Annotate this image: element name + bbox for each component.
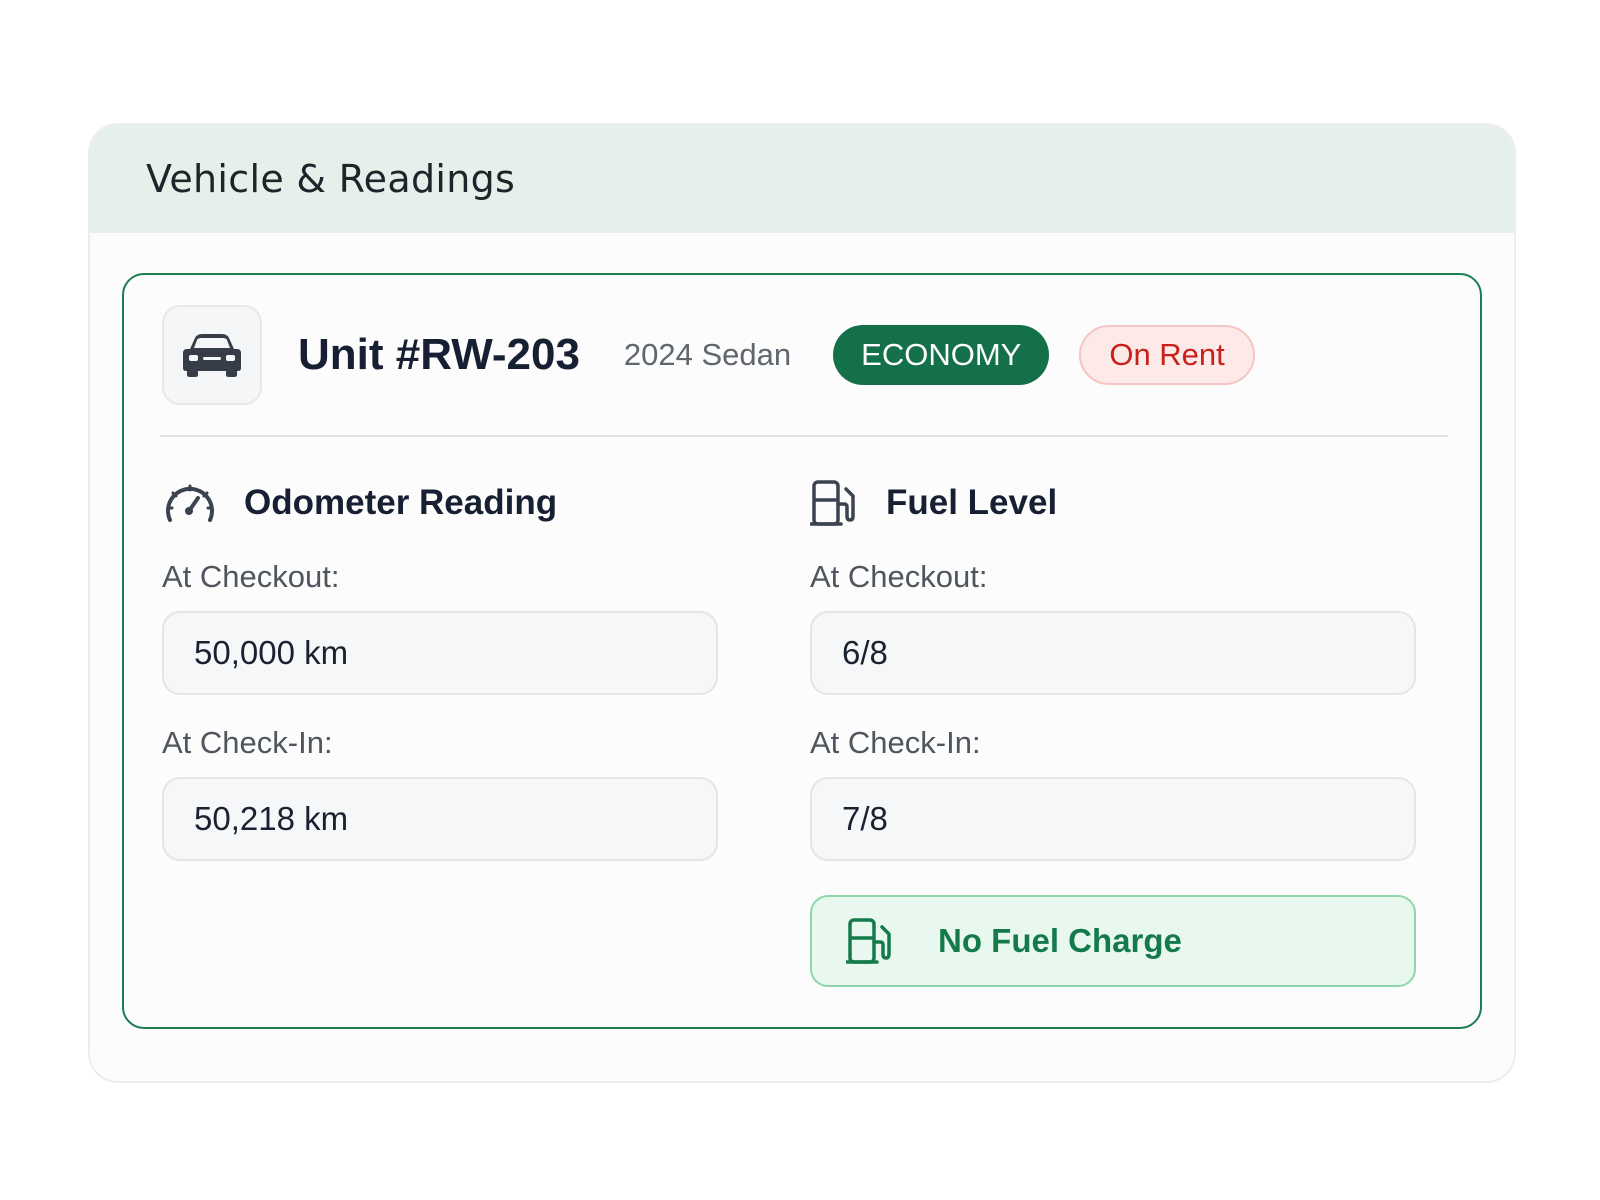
panel-header: Vehicle & Readings <box>90 125 1514 233</box>
rental-status-badge: On Rent <box>1079 325 1255 385</box>
vehicle-model: 2024 Sedan <box>623 337 792 372</box>
fuel-checkin-value: 7/8 <box>842 800 888 837</box>
vehicle-class-badge: ECONOMY <box>833 325 1050 385</box>
page: Vehicle & Readings Unit #RW-203 2024 Sed… <box>0 0 1600 1200</box>
odometer-checkin-value: 50,218 km <box>194 800 349 837</box>
unit-number: Unit #RW-203 <box>298 330 580 379</box>
odometer-checkout-label: At Checkout: <box>162 559 340 594</box>
odometer-checkout-field[interactable]: 50,000 km <box>162 611 718 695</box>
odometer-checkin-label: At Check-In: <box>162 725 333 760</box>
car-icon <box>183 334 241 377</box>
divider <box>160 435 1448 437</box>
vehicle-card: Unit #RW-203 2024 Sedan ECONOMY On Rent <box>122 273 1482 1029</box>
fuel-title: Fuel Level <box>886 483 1058 522</box>
fuel-checkin-field[interactable]: 7/8 <box>810 777 1416 861</box>
odometer-header: Odometer Reading <box>162 471 718 535</box>
car-icon-tile <box>162 305 262 405</box>
fuel-checkout-value: 6/8 <box>842 634 888 671</box>
fuel-header: Fuel Level <box>810 471 1416 535</box>
fuel-charge-banner: No Fuel Charge <box>810 895 1416 987</box>
odometer-section: Odometer Reading At Checkout: 50,000 km … <box>162 471 718 861</box>
odometer-title: Odometer Reading <box>244 483 558 522</box>
vehicle-readings-panel: Vehicle & Readings Unit #RW-203 2024 Sed… <box>88 123 1516 1083</box>
fuel-pump-icon <box>810 480 855 526</box>
fuel-checkout-field[interactable]: 6/8 <box>810 611 1416 695</box>
fuel-charge-text: No Fuel Charge <box>938 922 1182 959</box>
speedometer-icon <box>166 484 214 522</box>
odometer-checkin-field[interactable]: 50,218 km <box>162 777 718 861</box>
panel-title: Vehicle & Readings <box>146 157 516 201</box>
odometer-checkout-value: 50,000 km <box>194 634 349 671</box>
vehicle-summary-row: Unit #RW-203 2024 Sedan ECONOMY On Rent <box>162 305 1446 405</box>
fuel-section: Fuel Level At Checkout: 6/8 At Check-In:… <box>810 471 1416 861</box>
fuel-pump-icon <box>846 918 891 964</box>
fuel-checkin-label: At Check-In: <box>810 725 981 760</box>
fuel-checkout-label: At Checkout: <box>810 559 988 594</box>
